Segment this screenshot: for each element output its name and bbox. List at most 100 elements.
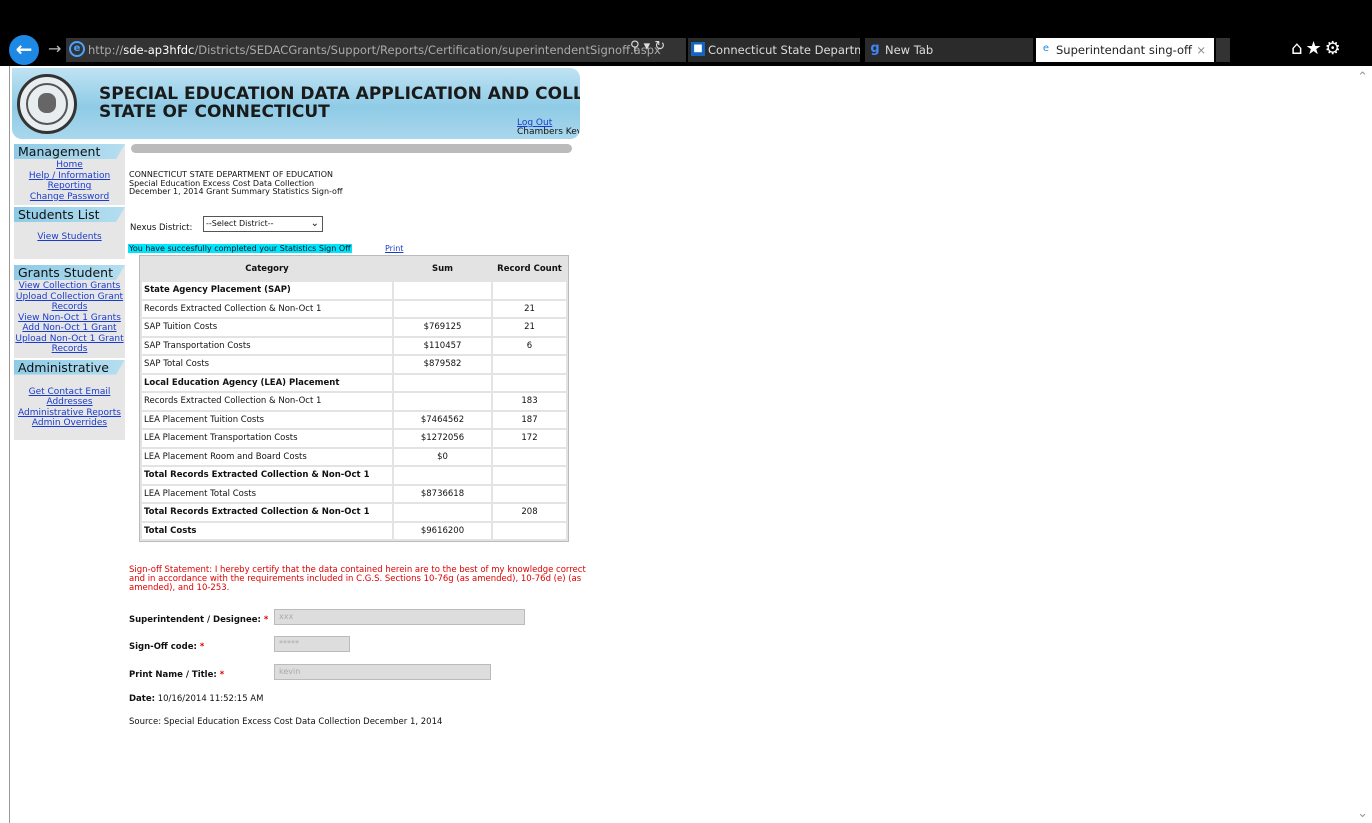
chevron-down-icon[interactable]: ▾ (644, 39, 651, 54)
sidebar-section-grants: Grants Student View Collection Grants Up… (14, 265, 125, 358)
browser-actions: ⌂★⚙ (1291, 38, 1344, 59)
home-icon[interactable]: ⌂ (1291, 38, 1305, 59)
sidebar-heading: Management (14, 144, 125, 159)
signoff-date: Date: 10/16/2014 11:52:15 AM (129, 694, 263, 704)
print-link[interactable]: Print (385, 244, 403, 253)
sidebar-item-reporting[interactable]: Reporting (14, 181, 125, 192)
sidebar-item-help[interactable]: Help / Information (14, 171, 125, 182)
new-tab-button[interactable] (1216, 38, 1230, 62)
cell-category: LEA Placement Room and Board Costs (142, 448, 392, 465)
column-header-record-count: Record Count (493, 258, 566, 280)
summary-table: Category Sum Record Count State Agency P… (139, 255, 569, 542)
table-row: Local Education Agency (LEA) Placement (142, 374, 566, 391)
chevron-down-icon: ⌄ (310, 218, 319, 229)
gear-icon[interactable]: ⚙ (1325, 38, 1344, 59)
cell-category: Records Extracted Collection & Non-Oct 1 (142, 300, 392, 317)
cell-sum (394, 300, 491, 317)
superintendent-label: Superintendent / Designee: * (129, 615, 269, 625)
url-path: /Districts/SEDACGrants/Support/Reports/C… (194, 43, 661, 57)
signoff-code-label: Sign-Off code: * (129, 642, 205, 652)
ie-icon: e (69, 41, 85, 57)
scroll-up-icon[interactable]: ⌃ (1357, 70, 1368, 85)
table-row: Total Records Extracted Collection & Non… (142, 467, 566, 484)
cell-sum (394, 467, 491, 484)
sidebar-heading: Students List (14, 207, 125, 222)
close-icon[interactable]: × (1196, 38, 1206, 62)
refresh-icon[interactable]: ↻ (654, 39, 665, 54)
column-header-sum: Sum (394, 258, 491, 280)
cell-sum: $879582 (394, 356, 491, 373)
sidebar-item-home[interactable]: Home (14, 160, 125, 171)
cell-category: SAP Tuition Costs (142, 319, 392, 336)
tab-new-tab[interactable]: g New Tab (865, 38, 1033, 62)
sidebar-item-contact-emails[interactable]: Get Contact Email Addresses (14, 387, 125, 408)
table-row: SAP Transportation Costs $110457 6 (142, 337, 566, 354)
signoff-statement: Sign-off Statement: I hereby certify tha… (129, 565, 586, 593)
sidebar-section-students: Students List View Students (14, 207, 125, 259)
tab-label: Superintendant sing-off (1056, 43, 1192, 57)
search-icon[interactable]: ⚲ (630, 39, 640, 54)
cell-sum (394, 282, 491, 299)
window-titlebar (0, 0, 1372, 34)
cell-sum: $769125 (394, 319, 491, 336)
sidebar-item-view-non-oct-grants[interactable]: View Non-Oct 1 Grants (14, 313, 125, 324)
sidebar-section-management: Management Home Help / Information Repor… (14, 144, 125, 205)
district-label: Nexus District: (130, 223, 193, 233)
district-select[interactable]: --Select District-- ⌄ (203, 216, 323, 232)
tab-label: New Tab (885, 43, 934, 57)
sidebar-item-add-non-oct-grant[interactable]: Add Non-Oct 1 Grant (14, 323, 125, 334)
forward-button[interactable]: → (48, 39, 61, 58)
ie-favicon-icon: e (1042, 43, 1050, 54)
table-row: SAP Tuition Costs $769125 21 (142, 319, 566, 336)
sidebar-item-view-collection-grants[interactable]: View Collection Grants (14, 281, 125, 292)
cell-sum: $9616200 (394, 522, 491, 539)
cell-record-count: 183 (493, 393, 566, 410)
vertical-scrollbar[interactable]: ⌃ ⌄ (1354, 66, 1372, 823)
cell-sum: $7464562 (394, 411, 491, 428)
sidebar-section-admin: Administrative Get Contact Email Address… (14, 359, 125, 440)
cell-category: LEA Placement Total Costs (142, 485, 392, 502)
sidebar-item-change-password[interactable]: Change Password (14, 192, 125, 203)
back-button[interactable]: ← (9, 35, 39, 65)
cell-category: SAP Total Costs (142, 356, 392, 373)
sidebar-heading: Grants Student (14, 265, 125, 280)
sidebar-item-upload-non-oct-grant[interactable]: Upload Non-Oct 1 Grant Records (14, 334, 125, 355)
cell-sum: $1272056 (394, 430, 491, 447)
cell-record-count (493, 282, 566, 299)
sidebar-item-admin-overrides[interactable]: Admin Overrides (14, 418, 125, 429)
cell-record-count (493, 485, 566, 502)
table-row: SAP Total Costs $879582 (142, 356, 566, 373)
table-row: Total Records Extracted Collection & Non… (142, 504, 566, 521)
ctsde-favicon-icon: ■ (691, 42, 705, 56)
tab-superintendant[interactable]: e Superintendant sing-off × (1036, 38, 1214, 62)
google-favicon-icon: g (870, 41, 880, 56)
table-row: State Agency Placement (SAP) (142, 282, 566, 299)
signoff-code-field[interactable]: ***** (274, 636, 350, 652)
sidebar-item-admin-reports[interactable]: Administrative Reports (14, 408, 125, 419)
cell-category: LEA Placement Transportation Costs (142, 430, 392, 447)
required-mark: * (199, 642, 205, 652)
sidebar-item-view-students[interactable]: View Students (14, 232, 125, 243)
cell-category: Local Education Agency (LEA) Placement (142, 374, 392, 391)
scroll-down-icon[interactable]: ⌄ (1357, 806, 1368, 821)
print-name-field[interactable]: kevin (274, 664, 491, 680)
address-tools: ⚲ ▾ ↻ (630, 39, 665, 54)
address-bar[interactable]: e http://sde-ap3hfdc/Districts/SEDACGran… (66, 38, 686, 62)
cell-category: SAP Transportation Costs (142, 337, 392, 354)
table-row: LEA Placement Transportation Costs $12720… (142, 430, 566, 447)
cell-category: Total Costs (142, 522, 392, 539)
cell-category: Total Records Extracted Collection & Non… (142, 504, 392, 521)
superintendent-field[interactable]: xxx (274, 609, 525, 625)
table-row: LEA Placement Room and Board Costs $0 (142, 448, 566, 465)
column-header-category: Category (142, 258, 392, 280)
sidebar-item-upload-collection-grant[interactable]: Upload Collection Grant Records (14, 292, 125, 313)
star-icon[interactable]: ★ (1305, 38, 1324, 59)
cell-record-count (493, 467, 566, 484)
table-row: LEA Placement Total Costs $8736618 (142, 485, 566, 502)
cell-record-count (493, 374, 566, 391)
tab-connecticut[interactable]: ■ Connecticut State Department ... (688, 38, 860, 62)
table-row: Records Extracted Collection & Non-Oct 1… (142, 300, 566, 317)
sidebar-heading: Administrative (14, 359, 125, 375)
report-header-line3: December 1, 2014 Grant Summary Statistic… (129, 187, 343, 196)
user-name: Chambers Kevin (517, 127, 580, 137)
